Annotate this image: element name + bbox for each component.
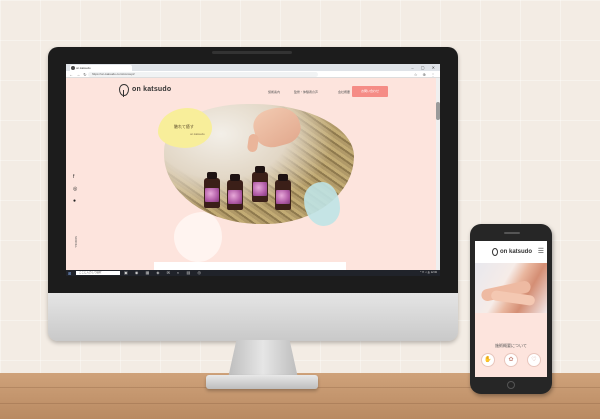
nav-item-company[interactable]: 会社概要 [338,90,350,94]
monitor-screen: on katsudo – ▢ ✕ ← → ↻ ⌂ https://on-kats… [66,64,440,276]
scroll-indicator: SCROLL [74,236,78,249]
phone-home-button[interactable] [507,381,515,389]
contact-button[interactable]: お問い合わせ [352,86,388,97]
phone-header: on katsudo ☰ [475,241,547,263]
scroll-thumb[interactable] [436,102,440,120]
window-controls[interactable]: – ▢ ✕ [411,65,438,70]
address-bar[interactable]: https://on-katsudo.com/concept/ [88,72,318,77]
oil-bottle [227,174,243,210]
site-header: on katsudo 施術案内 監修・体験者の声 会社概要 お問い合わせ [66,78,440,104]
start-button[interactable]: ⊞ [68,271,71,276]
monitor-chin [48,293,458,341]
phone-logo[interactable]: on katsudo [500,249,532,255]
oil-bottle [275,174,291,210]
scrollbar[interactable] [436,78,440,270]
hamburger-menu-icon[interactable]: ☰ [538,247,544,255]
logo-icon[interactable] [119,84,129,97]
oil-bottle [252,166,268,202]
line-icon[interactable]: ● [73,198,76,204]
finger-image [246,133,260,153]
decor-blob-blue [304,182,340,226]
monitor-camera [212,51,292,54]
nav-item-service[interactable]: 施術案内 [268,90,280,94]
instagram-icon[interactable]: ◎ [73,186,77,192]
taskbar-app-icons[interactable]: ▣ ◉ ▦ ◈ ✉ ◐ ▤ ◎ [124,270,204,276]
system-tray[interactable]: ^ ☐ ♫ あ 12:00 [420,270,437,276]
monitor-base [206,375,318,389]
windows-taskbar: ⊞ ここに入力して検索 ▣ ◉ ▦ ◈ ✉ ◐ ▤ ◎ ^ ☐ ♫ あ 12:0… [66,270,440,276]
tab-title: on katsudo [76,66,91,70]
browser-tab-strip: on katsudo – ▢ ✕ [66,64,440,71]
browser-extension-icons[interactable]: ☆ ⊕ ⋮ [414,72,437,77]
table-grain [0,403,600,404]
smartphone: on katsudo ☰ 施術概要について ✋ ✿ ♡ [470,224,552,394]
browser-toolbar: ← → ↻ ⌂ https://on-katsudo.com/concept/ … [66,71,440,78]
monitor-stand [228,340,298,378]
hand-image [249,104,305,152]
content-card [154,262,346,270]
logo-icon[interactable] [492,248,498,256]
favicon-icon [71,66,75,70]
heart-icon[interactable]: ♡ [527,353,541,367]
site-logo[interactable]: on katsudo [132,86,171,93]
hero-subheading: on katsudo [190,132,205,136]
facebook-icon[interactable]: f [73,174,74,180]
phone-feature-icons: ✋ ✿ ♡ [481,353,541,373]
phone-section-heading: 施術概要について [495,343,527,348]
hand-icon[interactable]: ✋ [481,353,495,367]
phone-speaker [504,232,520,234]
hero-heading: 触れて癒す [174,124,194,129]
nav-item-voices[interactable]: 監修・体験者の声 [294,90,318,94]
oil-bottle [204,172,220,208]
phone-screen: on katsudo ☰ 施術概要について ✋ ✿ ♡ [475,241,547,377]
taskbar-search[interactable]: ここに入力して検索 [76,271,120,275]
decor-blob-white [174,212,222,262]
flower-icon[interactable]: ✿ [504,353,518,367]
